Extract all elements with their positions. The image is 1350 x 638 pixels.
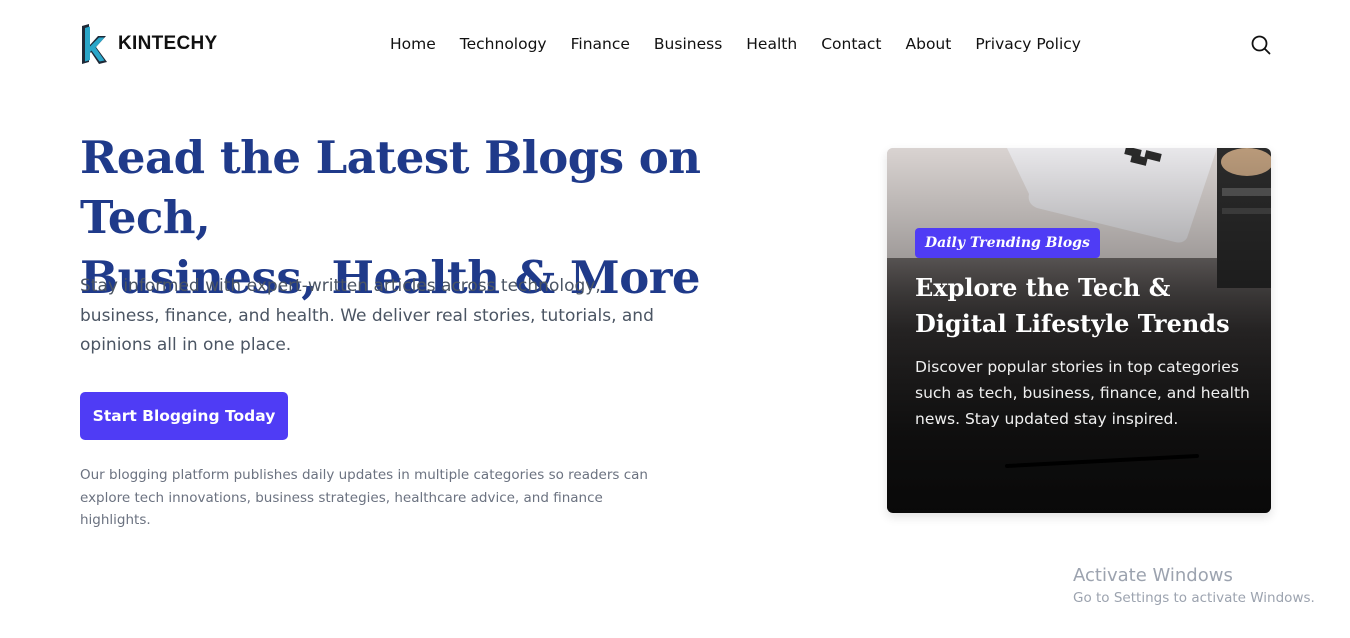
nav-item-technology[interactable]: Technology xyxy=(460,35,547,53)
site-header: KINTECHY Home Technology Finance Busines… xyxy=(0,0,1350,90)
main-nav: Home Technology Finance Business Health … xyxy=(390,35,1105,53)
nav-item-finance[interactable]: Finance xyxy=(571,35,630,53)
watermark-subtitle: Go to Settings to activate Windows. xyxy=(1073,590,1315,606)
hero-subtitle: Stay informed with expert-written articl… xyxy=(80,276,654,355)
site-logo[interactable]: KINTECHY xyxy=(80,24,218,64)
nav-item-business[interactable]: Business xyxy=(654,35,722,53)
trending-badge[interactable]: Daily Trending Blogs xyxy=(915,228,1100,258)
start-blogging-button[interactable]: Start Blogging Today xyxy=(80,392,288,440)
brand-name: KINTECHY xyxy=(118,33,218,54)
activate-windows-watermark: Activate Windows Go to Settings to activ… xyxy=(1073,564,1315,608)
platform-note: Our blogging platform publishes daily up… xyxy=(80,467,648,528)
search-icon xyxy=(1251,35,1271,55)
nav-item-about[interactable]: About xyxy=(906,35,952,53)
featured-card[interactable]: Daily Trending Blogs Explore the Tech & … xyxy=(887,148,1271,513)
nav-item-health[interactable]: Health xyxy=(746,35,797,53)
nav-item-contact[interactable]: Contact xyxy=(821,35,881,53)
k-letter-logo-icon xyxy=(82,24,107,64)
watermark-title: Activate Windows xyxy=(1073,565,1233,586)
nav-item-home[interactable]: Home xyxy=(390,35,436,53)
card-description: Discover popular stories in top categori… xyxy=(915,358,1250,428)
nav-item-privacy-policy[interactable]: Privacy Policy xyxy=(975,35,1081,53)
card-title[interactable]: Explore the Tech & Digital Lifestyle Tre… xyxy=(915,270,1255,342)
hero-title-line-1: Read the Latest Blogs on Tech, xyxy=(80,131,701,244)
search-button[interactable] xyxy=(1250,34,1272,56)
